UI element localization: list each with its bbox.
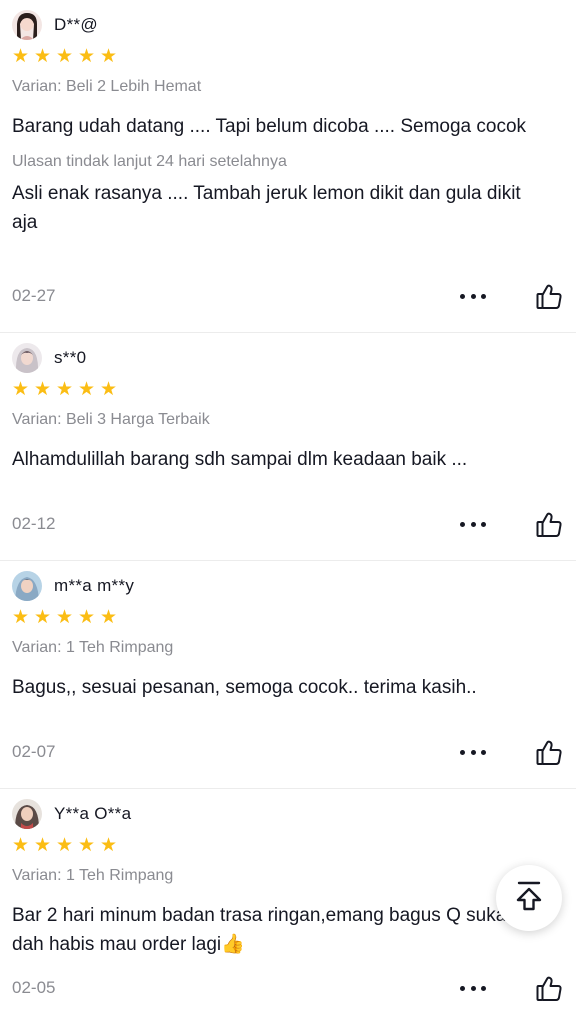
star-icon: ★ [100,379,118,400]
review-text: Bagus,, sesuai pesanan, semoga cocok.. t… [12,677,477,698]
review-card: D**@ ★ ★ ★ ★ ★ Varian: Beli 2 Lebih Hema… [0,0,576,332]
review-user-row: m**a m**y [12,561,564,601]
star-rating: ★ ★ ★ ★ ★ [12,379,564,400]
review-card: m**a m**y ★ ★ ★ ★ ★ Varian: 1 Teh Rimpan… [0,560,576,788]
thumbs-up-icon[interactable] [534,738,564,768]
more-horizontal-icon[interactable] [460,514,486,534]
review-date: 02-27 [12,286,56,305]
star-icon: ★ [12,835,30,856]
star-icon: ★ [56,607,74,628]
review-date: 02-05 [12,978,56,997]
star-icon: ★ [34,835,52,856]
star-icon: ★ [56,835,74,856]
review-footer: 02-05 [12,974,564,1002]
more-horizontal-icon[interactable] [460,742,486,762]
review-user-row: Y**a O**a [12,789,564,829]
thumbs-up-icon[interactable] [534,510,564,540]
star-icon: ★ [78,46,96,67]
more-horizontal-icon[interactable] [460,286,486,306]
star-icon: ★ [34,607,52,628]
avatar[interactable] [12,343,42,373]
star-icon: ★ [100,607,118,628]
star-icon: ★ [12,379,30,400]
review-username: s**0 [54,348,87,367]
followup-label: Ulasan tindak lanjut 24 hari setelahnya [12,153,287,170]
review-card: Y**a O**a ★ ★ ★ ★ ★ Varian: 1 Teh Rimpan… [0,788,576,1024]
star-icon: ★ [78,835,96,856]
star-rating: ★ ★ ★ ★ ★ [12,46,564,67]
star-icon: ★ [34,46,52,67]
followup-text: Asli enak rasanya .... Tambah jeruk lemo… [12,183,521,233]
star-rating: ★ ★ ★ ★ ★ [12,835,564,856]
review-user-row: D**@ [12,0,564,40]
star-icon: ★ [12,607,30,628]
review-text: Bar 2 hari minum badan trasa ringan,eman… [12,905,536,955]
star-icon: ★ [78,607,96,628]
review-variant: Varian: Beli 3 Harga Terbaik [12,411,210,428]
review-variant: Varian: 1 Teh Rimpang [12,867,174,884]
thumbs-up-icon[interactable] [534,974,564,1004]
review-variant: Varian: Beli 2 Lebih Hemat [12,78,202,95]
star-icon: ★ [56,46,74,67]
scroll-to-top-button[interactable] [496,865,562,931]
star-icon: ★ [100,835,118,856]
review-username: D**@ [54,15,98,34]
thumbs-up-icon[interactable] [534,282,564,312]
review-footer: 02-27 [12,282,564,310]
review-footer: 02-07 [12,738,564,766]
review-username: m**a m**y [54,576,135,595]
star-icon: ★ [100,46,118,67]
more-horizontal-icon[interactable] [460,978,486,998]
star-icon: ★ [56,379,74,400]
arrow-up-to-top-icon [514,880,544,917]
star-rating: ★ ★ ★ ★ ★ [12,607,564,628]
review-date: 02-12 [12,514,56,533]
avatar[interactable] [12,10,42,40]
review-variant: Varian: 1 Teh Rimpang [12,639,174,656]
review-text: Alhamdulillah barang sdh sampai dlm kead… [12,449,468,470]
review-date: 02-07 [12,742,56,761]
star-icon: ★ [34,379,52,400]
review-footer: 02-12 [12,510,564,538]
review-text: Barang udah datang .... Tapi belum dicob… [12,116,527,137]
avatar[interactable] [12,799,42,829]
star-icon: ★ [78,379,96,400]
review-user-row: s**0 [12,333,564,373]
review-username: Y**a O**a [54,804,132,823]
review-card: s**0 ★ ★ ★ ★ ★ Varian: Beli 3 Harga Terb… [0,332,576,560]
avatar[interactable] [12,571,42,601]
star-icon: ★ [12,46,30,67]
